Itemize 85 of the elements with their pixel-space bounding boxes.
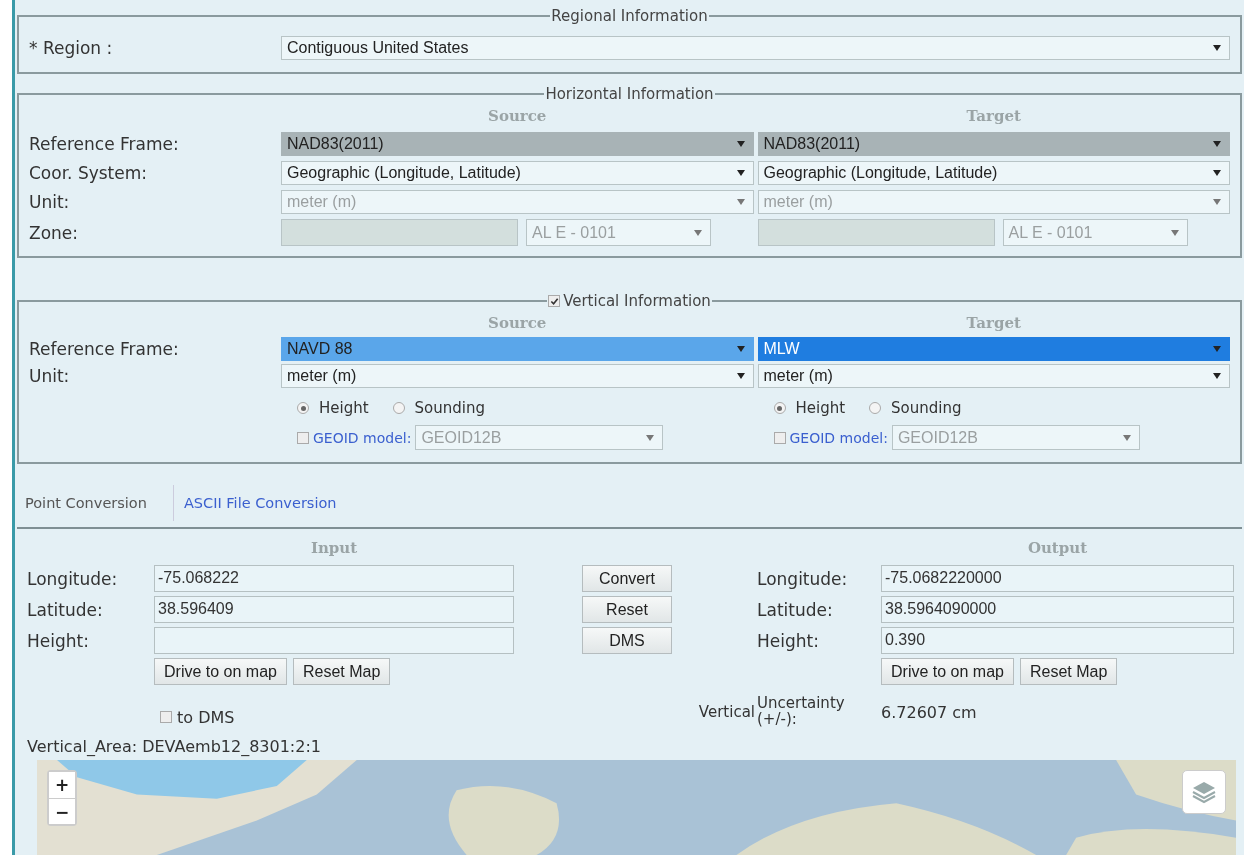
field-label: Unit: bbox=[29, 366, 71, 386]
column-heading: Source bbox=[487, 106, 548, 127]
field-label: Height: bbox=[27, 630, 90, 651]
radio-button[interactable] bbox=[297, 402, 309, 414]
map-button[interactable]: Drive to on map bbox=[881, 658, 1014, 685]
caret-icon bbox=[694, 229, 702, 236]
column-heading: Output bbox=[1026, 538, 1089, 559]
dropdown[interactable]: MLW bbox=[757, 337, 1230, 361]
field-label: Latitude: bbox=[27, 599, 104, 620]
input-field[interactable] bbox=[154, 627, 514, 654]
caret-icon bbox=[736, 346, 745, 352]
vertical-area-text: Vertical_Area: DEVAemb12_8301:2:1 bbox=[27, 737, 322, 756]
checkbox[interactable] bbox=[297, 431, 309, 444]
input-field[interactable]: 38.596409 bbox=[154, 596, 514, 623]
checkbox-label: to DMS bbox=[177, 707, 235, 727]
output-field[interactable]: 38.5964090000 bbox=[881, 596, 1234, 623]
dropdown[interactable]: Geographic (Longitude, Latitude) bbox=[281, 161, 754, 185]
field-label: Coor. System: bbox=[29, 163, 149, 183]
dropdown[interactable]: meter (m) bbox=[281, 364, 754, 388]
panel-legend: Regional Information bbox=[550, 7, 709, 25]
field-label: Uncertainty (+/-): bbox=[757, 696, 846, 728]
action-button[interactable]: Convert bbox=[582, 565, 672, 592]
checkbox[interactable] bbox=[548, 295, 561, 307]
caret-icon bbox=[736, 199, 745, 205]
field-label: * Region : bbox=[29, 38, 114, 58]
field-label: Vertical bbox=[698, 703, 756, 721]
caret-icon bbox=[1170, 229, 1179, 236]
zoom-button[interactable]: − bbox=[49, 798, 75, 824]
caret-icon bbox=[1213, 199, 1221, 205]
zone-input-field[interactable] bbox=[281, 219, 518, 246]
geoid-model-link[interactable]: GEOID model: bbox=[313, 429, 412, 446]
radio-label: Height bbox=[319, 399, 369, 417]
dropdown[interactable]: NAVD 88 bbox=[281, 337, 754, 361]
field-label: Latitude: bbox=[757, 599, 834, 620]
dropdown[interactable]: Contiguous United States bbox=[281, 36, 1230, 60]
caret-icon bbox=[736, 170, 745, 176]
layers-button[interactable] bbox=[1182, 770, 1226, 814]
caret-icon bbox=[1213, 346, 1221, 352]
map-button[interactable]: Drive to on map bbox=[154, 658, 287, 685]
column-heading: Target bbox=[965, 106, 1022, 127]
caret-icon bbox=[736, 373, 745, 379]
tab[interactable]: ASCII File Conversion bbox=[173, 485, 363, 521]
output-field[interactable]: 0.390 bbox=[881, 627, 1234, 654]
field-label: Reference Frame: bbox=[29, 134, 180, 154]
panel-legend: Horizontal Information bbox=[544, 85, 715, 103]
radio-button[interactable] bbox=[773, 402, 786, 414]
caret-icon bbox=[646, 434, 655, 441]
caret-icon bbox=[1213, 141, 1221, 147]
panel-legend: Vertical Information bbox=[563, 292, 711, 310]
column-heading: Target bbox=[965, 313, 1022, 334]
dropdown[interactable]: NAD83(2011) bbox=[281, 132, 754, 156]
tab[interactable]: Point Conversion bbox=[15, 485, 174, 521]
caret-icon bbox=[1213, 373, 1221, 379]
field-label: Longitude: bbox=[757, 568, 849, 589]
map-button[interactable]: Reset Map bbox=[292, 658, 391, 685]
field-label: Height: bbox=[757, 630, 820, 651]
field-label: Zone: bbox=[29, 222, 79, 243]
caret-icon bbox=[736, 141, 745, 147]
field-label: Unit: bbox=[29, 192, 71, 212]
caret-icon bbox=[1213, 45, 1221, 51]
checkbox[interactable] bbox=[160, 711, 172, 723]
radio-label: Height bbox=[795, 399, 846, 417]
action-button[interactable]: Reset bbox=[582, 596, 672, 623]
column-heading: Source bbox=[487, 313, 548, 334]
caret-icon bbox=[1122, 434, 1131, 441]
action-button[interactable]: DMS bbox=[582, 627, 672, 654]
radio-button[interactable] bbox=[869, 402, 882, 414]
dropdown[interactable]: Geographic (Longitude, Latitude) bbox=[757, 161, 1230, 185]
zone-input-field[interactable] bbox=[757, 219, 995, 246]
layers-icon bbox=[1191, 780, 1217, 804]
uncertainty-value: 6.72607 cm bbox=[881, 702, 978, 722]
radio-label: Sounding bbox=[414, 399, 486, 417]
field-label: Longitude: bbox=[27, 568, 119, 589]
radio-label: Sounding bbox=[891, 399, 962, 417]
dropdown[interactable]: meter (m) bbox=[757, 364, 1230, 388]
field-label: Reference Frame: bbox=[29, 339, 180, 359]
radio-button[interactable] bbox=[392, 402, 405, 414]
checkbox[interactable] bbox=[773, 431, 786, 444]
output-field[interactable]: -75.0682220000 bbox=[881, 565, 1234, 592]
caret-icon bbox=[1213, 170, 1221, 176]
dropdown[interactable]: NAD83(2011) bbox=[757, 132, 1230, 156]
geoid-model-link[interactable]: GEOID model: bbox=[789, 429, 888, 446]
input-field[interactable]: -75.068222 bbox=[154, 565, 514, 592]
map-button[interactable]: Reset Map bbox=[1019, 658, 1118, 685]
column-heading: Input bbox=[309, 538, 359, 559]
